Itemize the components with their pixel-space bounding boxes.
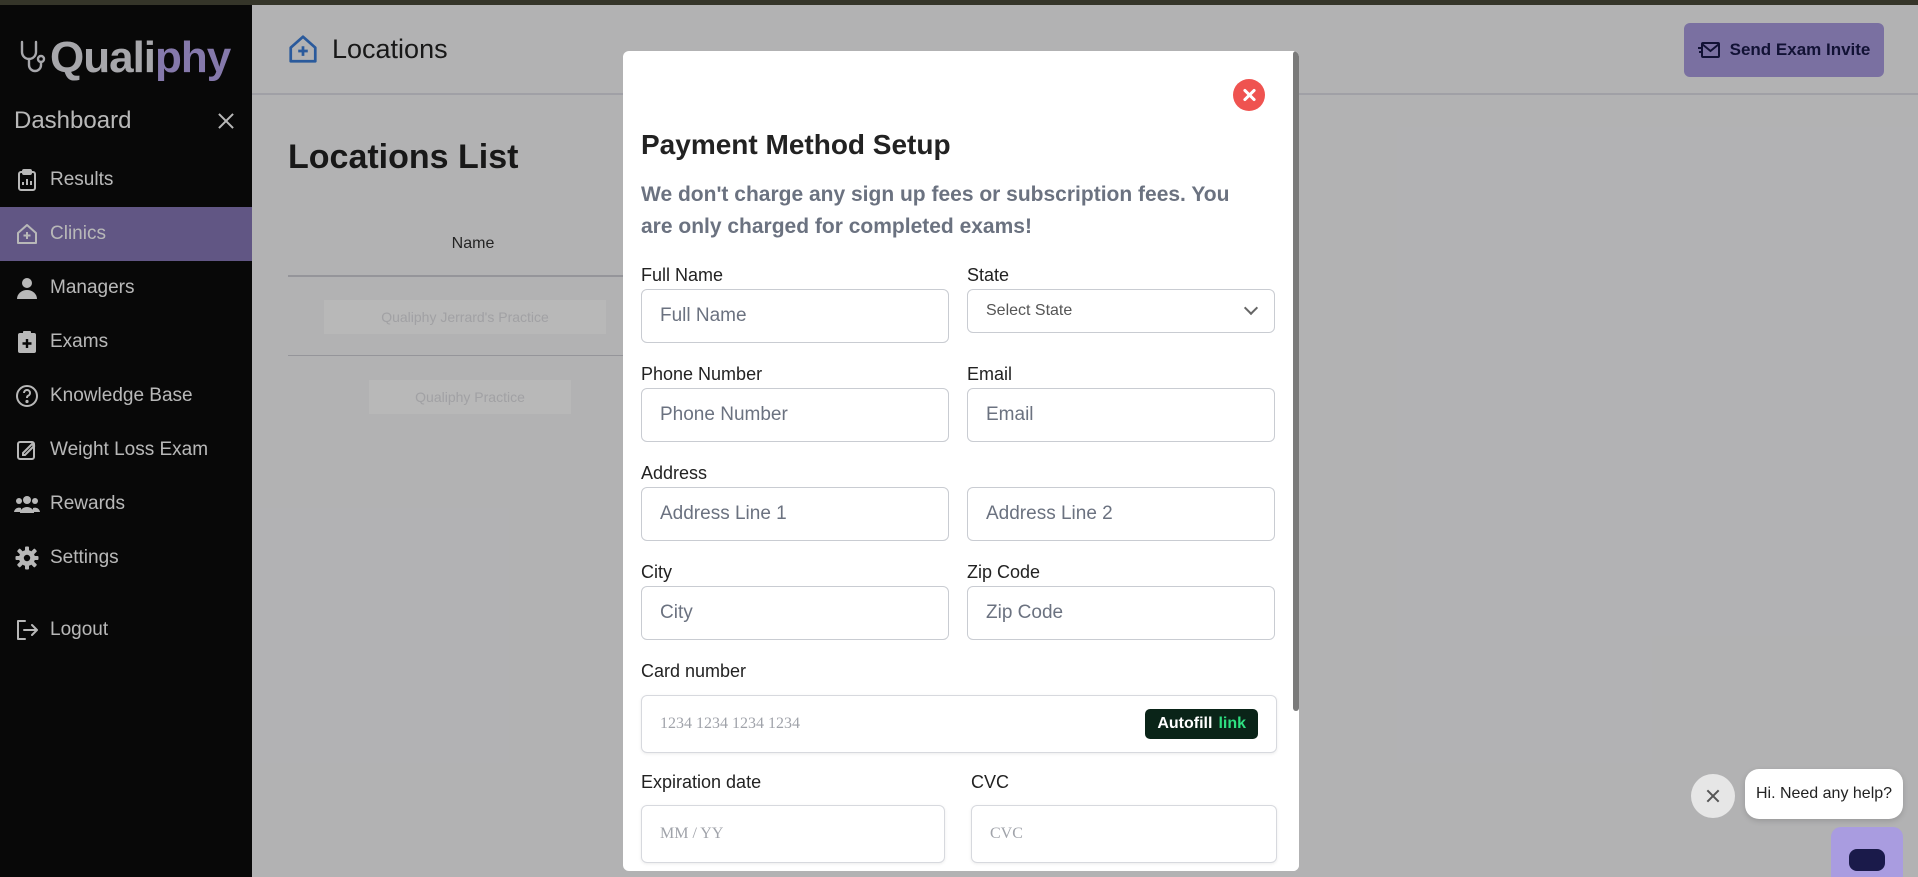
autofill-label: Autofill [1157,715,1213,732]
payment-method-modal: Payment Method Setup We don't charge any… [623,51,1299,871]
chat-dismiss-icon[interactable] [1691,774,1735,818]
chat-greeting-bubble[interactable]: Hi. Need any help? [1745,769,1903,819]
full-name-input[interactable] [641,289,949,343]
card-number-placeholder: 1234 1234 1234 1234 [660,715,800,732]
modal-description: We don't charge any sign up fees or subs… [641,183,1230,238]
link-logo: link [1218,715,1246,732]
email-label: Email [967,364,1013,384]
card-number-label: Card number [641,661,747,681]
expiration-date-label: Expiration date [641,772,762,792]
phone-input[interactable] [641,388,949,442]
state-select-value: Select State [986,302,1073,319]
state-label: State [967,265,1010,285]
phone-label: Phone Number [641,364,763,384]
address-line-1-input[interactable] [641,487,949,541]
zip-code-label: Zip Code [967,562,1041,582]
email-input[interactable] [967,388,1275,442]
cvc-placeholder: CVC [990,825,1023,842]
chat-icon [1849,849,1885,871]
modal-close-icon[interactable] [1233,79,1265,111]
state-select[interactable]: Select State [967,289,1275,333]
expiration-date-input[interactable]: MM / YY [641,805,945,863]
address-label: Address [641,463,708,483]
modal-title: Payment Method Setup [641,129,951,160]
city-label: City [641,562,672,582]
card-number-input[interactable]: 1234 1234 1234 1234 Autofill link [641,695,1277,753]
city-input[interactable] [641,586,949,640]
chevron-down-icon [1243,300,1259,316]
chat-launcher-button[interactable] [1831,827,1903,877]
zip-code-input[interactable] [967,586,1275,640]
chat-greeting-text: Hi. Need any help? [1755,785,1893,802]
modal-scrollbar-thumb[interactable] [1293,51,1299,711]
cvc-label: CVC [971,772,1010,792]
expiration-date-placeholder: MM / YY [660,825,724,842]
autofill-link-button[interactable]: Autofill link [1145,709,1258,739]
modal-scrollbar[interactable] [1293,51,1299,871]
full-name-label: Full Name [641,265,724,285]
address-line-2-input[interactable] [967,487,1275,541]
cvc-input[interactable]: CVC [971,805,1277,863]
